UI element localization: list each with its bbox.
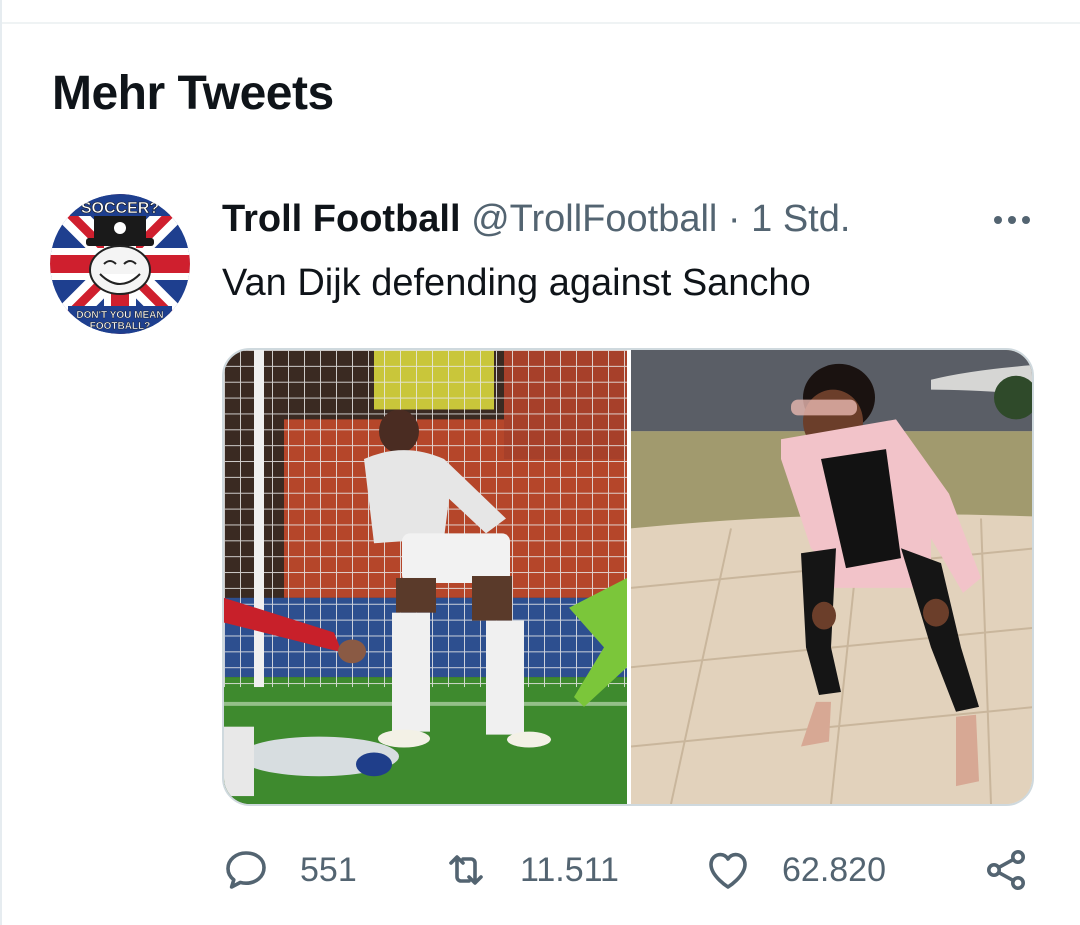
tweet-media[interactable] bbox=[222, 348, 1034, 806]
reply-button[interactable]: 551 bbox=[222, 840, 357, 900]
heart-icon bbox=[709, 852, 747, 889]
media-photo-woman[interactable] bbox=[631, 350, 1032, 804]
tweet-actions: 551 11.511 62.820 bbox=[222, 840, 1042, 900]
header-separator: · bbox=[727, 198, 741, 240]
media-photo-football[interactable] bbox=[224, 350, 627, 804]
tweet-header: Troll Football @TrollFootball · 1 Std. bbox=[222, 198, 930, 241]
retweet-button[interactable]: 11.511 bbox=[442, 840, 619, 900]
retweet-icon bbox=[449, 855, 483, 885]
more-dot bbox=[1022, 216, 1030, 224]
retweet-count: 11.511 bbox=[520, 850, 619, 889]
share-icon bbox=[987, 850, 1025, 890]
reply-count: 551 bbox=[300, 850, 357, 889]
avatar-bottom-text-2: FOOTBALL? bbox=[90, 321, 151, 332]
avatar-top-text: SOCCER? bbox=[81, 200, 159, 217]
share-button[interactable] bbox=[982, 840, 1030, 900]
top-divider bbox=[2, 22, 1080, 24]
woman-photo bbox=[631, 350, 1032, 804]
author-name[interactable]: Troll Football bbox=[222, 198, 461, 240]
tweet-text: Van Dijk defending against Sancho bbox=[222, 262, 811, 304]
avatar-bottom-text-1: DON'T YOU MEAN bbox=[76, 310, 163, 321]
tweet-timestamp[interactable]: 1 Std. bbox=[751, 198, 850, 240]
avatar-image: SOCCER? DON'T YOU MEAN FOOTBALL? bbox=[50, 194, 190, 334]
timeline-frame: Mehr Tweets SOCCER? DON'T YOU MEAN FOOTB… bbox=[0, 0, 1080, 925]
author-handle[interactable]: @TrollFootball bbox=[471, 198, 717, 240]
reply-icon bbox=[226, 851, 266, 889]
more-dot bbox=[1008, 216, 1016, 224]
football-photo bbox=[224, 350, 627, 804]
more-dot bbox=[994, 216, 1002, 224]
section-title: Mehr Tweets bbox=[52, 67, 334, 120]
author-avatar[interactable]: SOCCER? DON'T YOU MEAN FOOTBALL? bbox=[50, 194, 190, 334]
more-icon[interactable] bbox=[982, 200, 1042, 240]
like-button[interactable]: 62.820 bbox=[704, 840, 886, 900]
like-count: 62.820 bbox=[782, 850, 886, 889]
